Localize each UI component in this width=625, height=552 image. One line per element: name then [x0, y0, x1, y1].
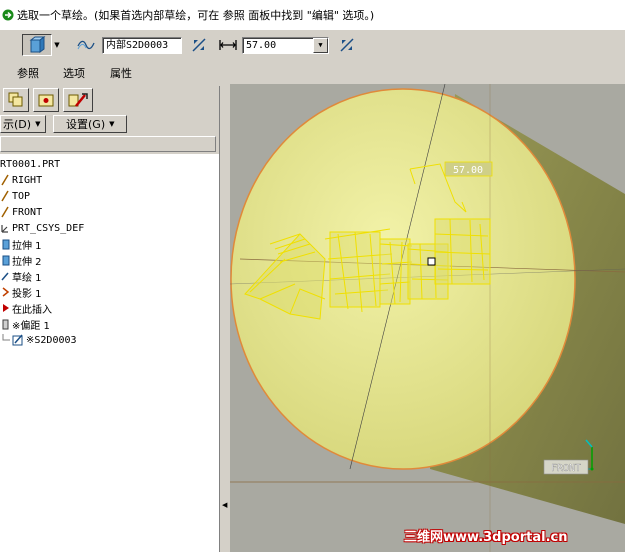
favorites-tab[interactable]: [63, 88, 93, 112]
watermark: 三维网www.3dportal.cn: [404, 530, 568, 545]
tree-item-project-1[interactable]: 投影 1: [0, 284, 42, 300]
tree-item-extrude-1[interactable]: 拉伸 1: [0, 236, 42, 252]
tree-item-sketch-1[interactable]: 草绘 1: [0, 268, 42, 284]
chevron-down-icon: ▼: [109, 120, 115, 128]
show-menu-label: 示(D): [3, 118, 32, 131]
tab-options[interactable]: 选项: [63, 65, 85, 81]
surface-icon: [77, 40, 95, 50]
tab-properties[interactable]: 属性: [110, 65, 132, 81]
selection-handle[interactable]: [427, 257, 436, 266]
folder-icon: [38, 94, 54, 107]
folder-browser-tab[interactable]: [33, 88, 59, 112]
tree-item-csys[interactable]: PRT_CSYS_DEF: [0, 220, 84, 236]
tree-item-part[interactable]: RT0001.PRT: [0, 156, 60, 172]
datum-plane-icon: [1, 174, 9, 186]
depth-dropdown-arrow[interactable]: ▼: [313, 38, 328, 53]
tree-item-label: 拉伸 2: [12, 256, 42, 268]
sketch-section-value: 内部S2D0003: [106, 40, 169, 51]
tree-item-label: 投影 1: [12, 288, 42, 300]
tree-item-label: 在此插入: [12, 304, 52, 316]
extrude-icon: [2, 255, 10, 266]
model-tree-tab[interactable]: [3, 88, 29, 112]
model-tree-panel: 示(D) ▼ 设置(G) ▼ RT0001.PRT RIGHT TOP FRONT …: [0, 86, 222, 552]
tree-item-top[interactable]: TOP: [0, 188, 30, 204]
tab-references[interactable]: 参照: [17, 65, 39, 81]
tree-item-label: RIGHT: [12, 174, 43, 186]
tree-item-s2d0003[interactable]: ※S2D0003: [0, 332, 77, 348]
tree-item-front[interactable]: FRONT: [0, 204, 42, 220]
tree-item-label: RT0001.PRT: [0, 158, 61, 170]
depth-value-field[interactable]: 57.00 ▼: [242, 37, 329, 54]
tree-menu-bar: 示(D) ▼ 设置(G) ▼: [0, 114, 222, 134]
project-icon: [2, 287, 10, 297]
extrude-dashboard: ▼ 内部S2D0003 57.00 ▼: [0, 30, 625, 60]
depth-flip-button[interactable]: [336, 34, 358, 56]
graphics-window[interactable]: 57.00 FRONT: [230, 84, 625, 552]
arrow-right-icon: [2, 9, 14, 21]
tools-icon: [68, 93, 88, 107]
tree-item-insert-here[interactable]: 在此插入: [0, 300, 52, 316]
insert-here-icon: [3, 304, 9, 312]
datum-plane-icon: [1, 206, 9, 218]
chevron-down-icon: ▼: [35, 120, 41, 128]
depth-blind-button[interactable]: [216, 34, 240, 56]
flip-icon: [340, 38, 354, 52]
dashboard-tabs: 参照 选项 属性: [0, 60, 625, 84]
tree-item-offset-1[interactable]: ※偏距 1: [0, 316, 50, 332]
tree-item-label: 草绘 1: [12, 272, 42, 284]
sketch-icon: [1, 272, 9, 281]
view-label: FRONT: [551, 463, 581, 474]
tree-item-extrude-2[interactable]: 拉伸 2: [0, 252, 42, 268]
settings-menu-label: 设置(G): [66, 118, 106, 131]
settings-menu-button[interactable]: 设置(G) ▼: [53, 115, 127, 133]
navigator-tabs: [0, 86, 222, 114]
depth-blind-icon: [219, 40, 237, 50]
datum-plane-icon: [1, 190, 9, 202]
tree-item-label: TOP: [12, 190, 31, 202]
flip-icon: [192, 38, 206, 52]
model-viewport[interactable]: 57.00 FRONT: [230, 84, 625, 552]
tree-connector-icon: [2, 334, 10, 341]
solid-type-button[interactable]: [22, 34, 52, 56]
dimension-value[interactable]: 57.00: [453, 165, 483, 176]
tree-item-label: ※偏距 1: [12, 320, 50, 332]
show-menu-button[interactable]: 示(D) ▼: [0, 115, 46, 133]
extrude-icon: [2, 239, 10, 250]
tree-item-label: PRT_CSYS_DEF: [12, 222, 85, 234]
depth-value: 57.00: [246, 40, 277, 51]
surface-type-button[interactable]: [74, 34, 98, 56]
tree-item-label: FRONT: [12, 206, 43, 218]
tree-item-label: ※S2D0003: [26, 334, 77, 346]
tree-item-right[interactable]: RIGHT: [0, 172, 42, 188]
message-prompt-bar: 选取一个草绘。(如果首选内部草绘，可在 参照 面板中找到 "编辑" 选项。): [0, 0, 625, 30]
offset-icon: [2, 319, 9, 330]
type-dropdown-arrow[interactable]: ▼: [52, 34, 62, 56]
tree-column-header: [0, 136, 216, 152]
panel-splitter[interactable]: ◀: [219, 86, 230, 552]
solid-icon: [29, 36, 46, 53]
model-tree-icon: [8, 92, 23, 107]
flip-direction-button[interactable]: [188, 34, 210, 56]
prompt-message: 选取一个草绘。(如果首选内部草绘，可在 参照 面板中找到 "编辑" 选项。): [17, 9, 375, 22]
tree-item-label: 拉伸 1: [12, 240, 42, 252]
model-tree-list: RT0001.PRT RIGHT TOP FRONT PRT_CSYS_DEF …: [0, 154, 219, 552]
sketch-section-field[interactable]: 内部S2D0003: [102, 37, 182, 54]
csys-icon: [1, 225, 8, 233]
sketch-edit-icon: [12, 334, 23, 346]
collapse-arrow-icon[interactable]: ◀: [222, 501, 227, 509]
